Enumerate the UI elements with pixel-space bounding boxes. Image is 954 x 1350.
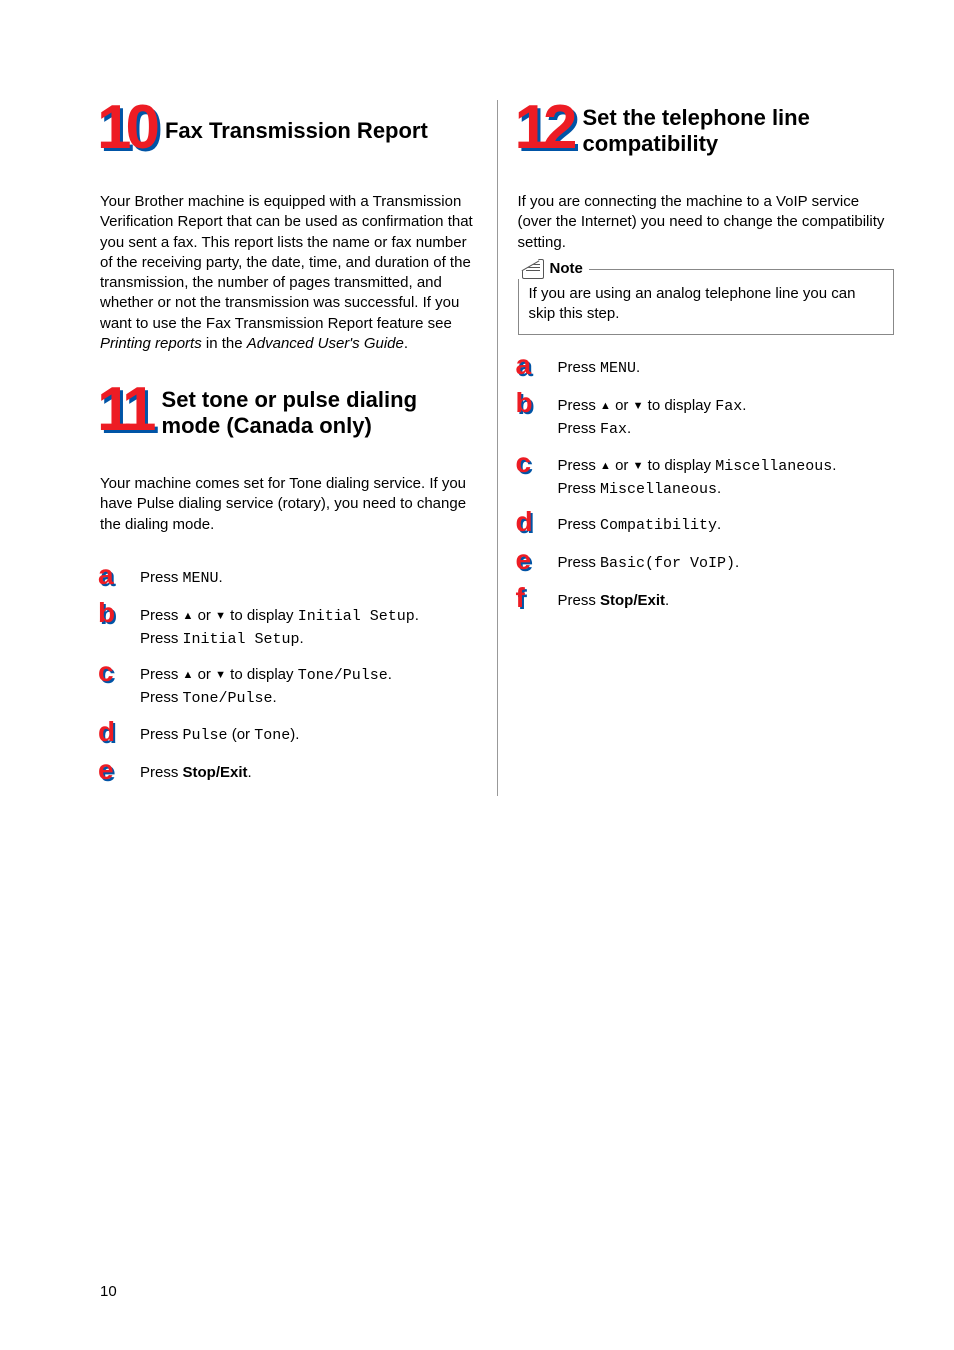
section-11-header: 11 11 Set tone or pulse dialing mode (Ca… (100, 382, 477, 444)
step-text: Press ▲ or ▼ to display Miscellaneous. P… (558, 451, 837, 501)
up-arrow-icon: ▲ (183, 669, 194, 681)
section-12-step-b: bb Press ▲ or ▼ to display Fax. Press Fa… (518, 391, 895, 441)
step-letter-f: ff (518, 586, 540, 614)
step-text: Press MENU. (140, 563, 223, 590)
step-letter-b: bb (100, 601, 122, 629)
step-text: Press Pulse (or Tone). (140, 720, 299, 747)
section-12-step-d: dd Press Compatibility. (518, 510, 895, 538)
step-text: Press Stop/Exit. (140, 758, 252, 784)
step-letter-d: dd (100, 720, 122, 748)
step-letter-a: aa (518, 353, 540, 381)
step-text: Press ▲ or ▼ to display Fax. Press Fax. (558, 391, 747, 441)
step-letter-c: cc (100, 660, 122, 688)
column-divider (497, 100, 498, 796)
section-11-step-c: cc Press ▲ or ▼ to display Tone/Pulse. P… (100, 660, 477, 710)
section-10-title: Fax Transmission Report (165, 118, 428, 144)
step-letter-d: dd (518, 510, 540, 538)
section-12-header: 12 12 Set the telephone line compatibili… (518, 100, 895, 162)
note-box: Note If you are using an analog telephon… (518, 269, 895, 336)
section-12-step-f: ff Press Stop/Exit. (518, 586, 895, 614)
section-11-step-b: bb Press ▲ or ▼ to display Initial Setup… (100, 601, 477, 651)
step-text: Press ▲ or ▼ to display Tone/Pulse. Pres… (140, 660, 392, 710)
section-10-header: 10 10 Fax Transmission Report (100, 100, 477, 162)
down-arrow-icon: ▼ (633, 400, 644, 412)
note-text: If you are using an analog telephone lin… (519, 284, 894, 335)
page-content: 10 10 Fax Transmission Report Your Broth… (0, 0, 954, 836)
down-arrow-icon: ▼ (215, 610, 226, 622)
step-letter-b: bb (518, 391, 540, 419)
step-number-10: 10 10 (100, 100, 157, 162)
section-12-body: If you are connecting the machine to a V… (518, 192, 895, 253)
step-letter-c: cc (518, 451, 540, 479)
step-letter-e: ee (518, 548, 540, 576)
section-12-title: Set the telephone line compatibility (582, 105, 894, 158)
right-column: 12 12 Set the telephone line compatibili… (518, 100, 895, 796)
up-arrow-icon: ▲ (183, 610, 194, 622)
section-11-body: Your machine comes set for Tone dialing … (100, 474, 477, 535)
section-11-step-e: ee Press Stop/Exit. (100, 758, 477, 786)
note-icon (522, 259, 544, 279)
step-text: Press ▲ or ▼ to display Initial Setup. P… (140, 601, 419, 651)
step-number-11: 11 11 (100, 382, 154, 444)
down-arrow-icon: ▼ (215, 669, 226, 681)
section-12-step-a: aa Press MENU. (518, 353, 895, 381)
section-11-title: Set tone or pulse dialing mode (Canada o… (162, 387, 477, 440)
page-number: 10 (100, 1283, 117, 1300)
section-10-body: Your Brother machine is equipped with a … (100, 192, 477, 354)
section-12-step-e: ee Press Basic(for VoIP). (518, 548, 895, 576)
section-11-step-a: aa Press MENU. (100, 563, 477, 591)
up-arrow-icon: ▲ (600, 460, 611, 472)
step-text: Press Stop/Exit. (558, 586, 670, 612)
step-letter-a: aa (100, 563, 122, 591)
note-label: Note (550, 260, 583, 277)
step-text: Press Compatibility. (558, 510, 722, 537)
section-12-step-c: cc Press ▲ or ▼ to display Miscellaneous… (518, 451, 895, 501)
left-column: 10 10 Fax Transmission Report Your Broth… (100, 100, 477, 796)
down-arrow-icon: ▼ (633, 460, 644, 472)
section-11-step-d: dd Press Pulse (or Tone). (100, 720, 477, 748)
step-letter-e: ee (100, 758, 122, 786)
step-text: Press MENU. (558, 353, 641, 380)
step-number-12: 12 12 (518, 100, 575, 162)
step-text: Press Basic(for VoIP). (558, 548, 740, 575)
up-arrow-icon: ▲ (600, 400, 611, 412)
